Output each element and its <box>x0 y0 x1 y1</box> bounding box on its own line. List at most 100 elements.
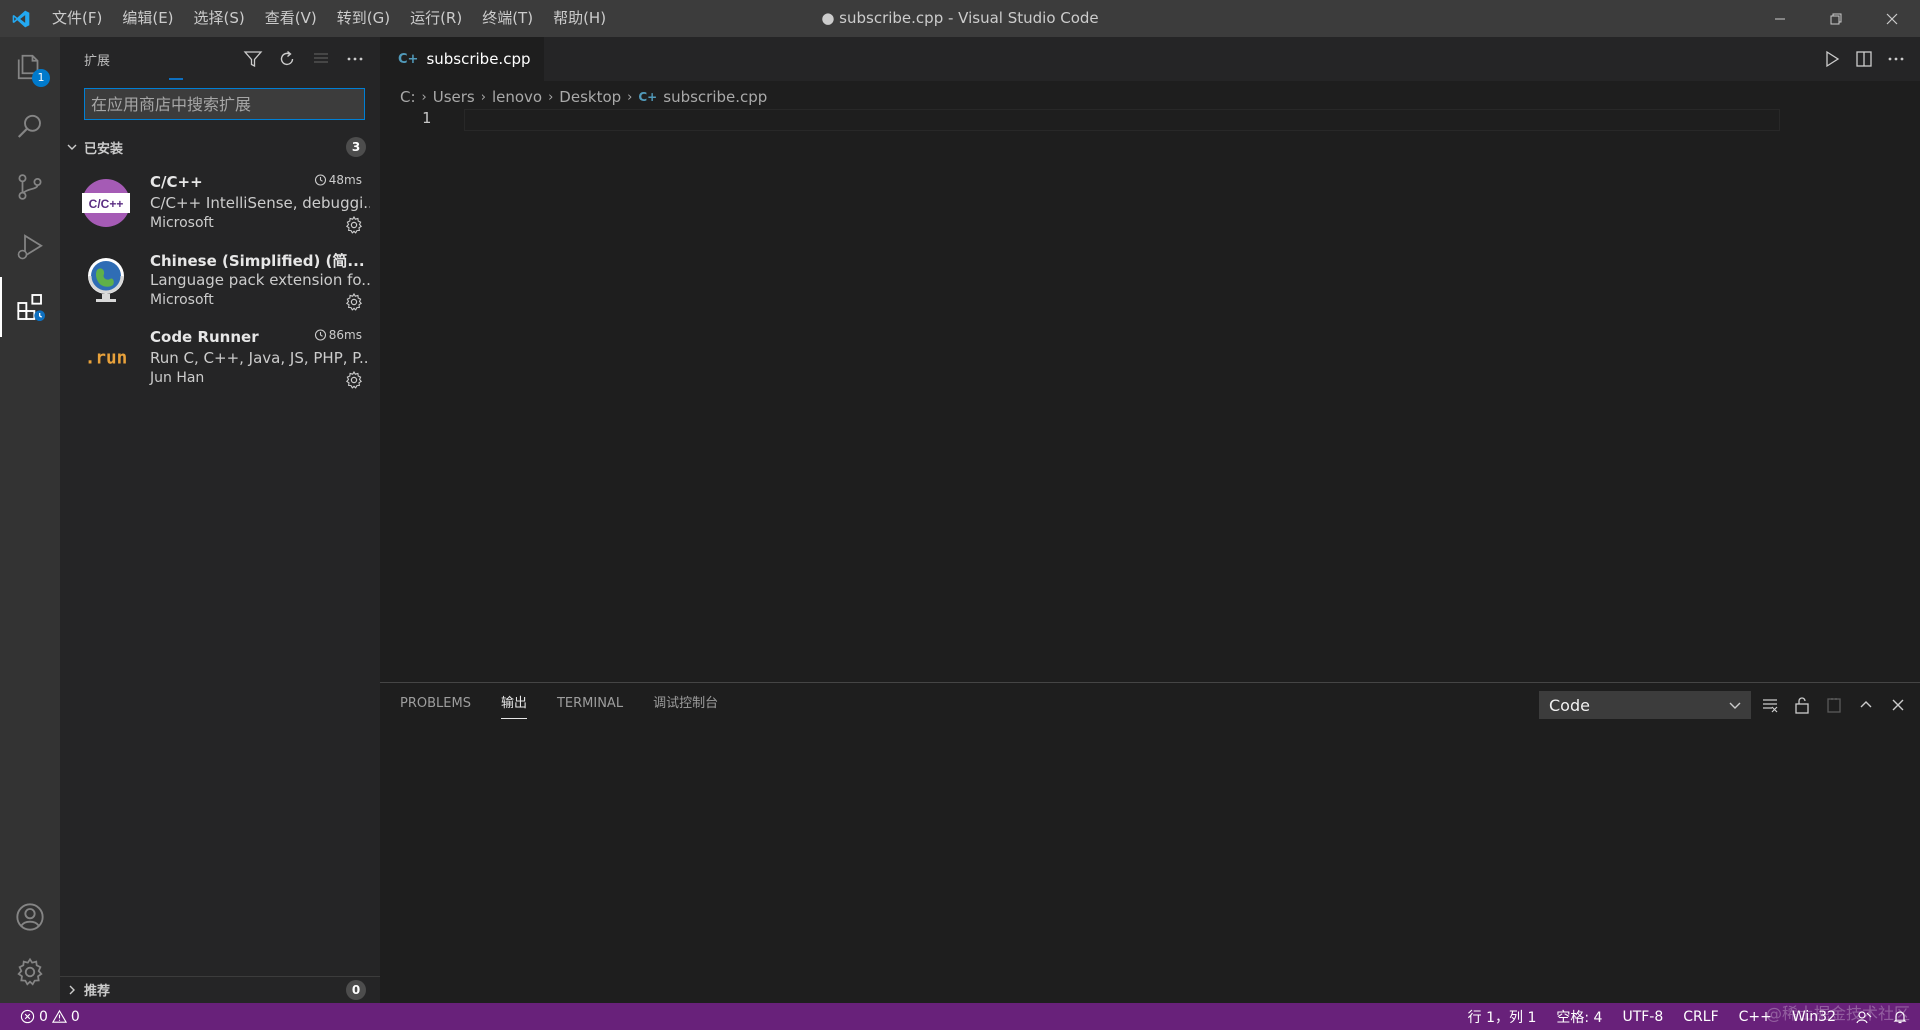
menu-edit[interactable]: 编辑(E) <box>112 0 183 37</box>
minimize-button[interactable] <box>1752 0 1808 37</box>
extension-item-chinese-language-pack[interactable]: Chinese (Simplified) (简... Language pack… <box>60 244 380 322</box>
extensions-sidebar: 扩展 已安装 3 C/C++ C/C++ <box>60 37 380 1003</box>
status-bar: 0 0 行 1，列 1 空格: 4 UTF-8 CRLF C++ Win32 <box>0 1003 1920 1030</box>
bell-icon[interactable] <box>1892 1009 1908 1025</box>
menu-terminal[interactable]: 终端(T) <box>472 0 543 37</box>
chevron-down-icon <box>1729 702 1741 709</box>
editor-actions <box>1822 37 1906 81</box>
cpp-file-icon: C+ <box>638 90 658 104</box>
chevron-right-icon: › <box>627 89 633 105</box>
cursor-position[interactable]: 行 1，列 1 <box>1468 1007 1537 1027</box>
feedback-icon[interactable] <box>1856 1009 1872 1025</box>
chevron-right-icon: › <box>421 89 427 105</box>
menu-go[interactable]: 转到(G) <box>327 0 400 37</box>
tab-problems[interactable]: PROBLEMS <box>400 683 471 725</box>
platform[interactable]: Win32 <box>1792 1009 1836 1025</box>
chevron-right-icon: › <box>480 89 486 105</box>
activity-search[interactable] <box>0 97 60 157</box>
activity-accounts[interactable] <box>0 887 60 947</box>
tab-output[interactable]: 输出 <box>500 683 527 725</box>
manage-gear-icon[interactable] <box>344 292 364 312</box>
language-mode[interactable]: C++ <box>1739 1009 1772 1025</box>
chevron-right-icon: › <box>548 89 554 105</box>
source-control-icon <box>18 174 42 200</box>
filter-button[interactable] <box>242 48 264 70</box>
restore-icon <box>1830 13 1842 24</box>
installed-section-header[interactable]: 已安装 3 <box>60 135 380 159</box>
activity-explorer[interactable]: 1 <box>0 37 60 97</box>
close-window-button[interactable] <box>1864 0 1920 37</box>
code-line[interactable]: 1 <box>380 109 1780 131</box>
menu-help[interactable]: 帮助(H) <box>543 0 616 37</box>
breadcrumb-item[interactable]: Users <box>433 88 475 106</box>
refresh-button[interactable] <box>276 48 298 70</box>
lock-icon[interactable] <box>1792 695 1812 715</box>
close-icon <box>1886 13 1898 24</box>
breadcrumb-item[interactable]: Desktop <box>559 88 621 106</box>
recommended-section-header[interactable]: 推荐 0 <box>60 976 380 1002</box>
vscode-logo-icon <box>0 0 42 37</box>
activation-time-value: 86ms <box>328 328 362 342</box>
sidebar-actions <box>242 37 366 81</box>
breadcrumb-item[interactable]: lenovo <box>492 88 542 106</box>
tab-debug-console[interactable]: 调试控制台 <box>653 683 718 725</box>
clear-results-button[interactable] <box>310 48 332 70</box>
recommended-label: 推荐 <box>84 984 111 999</box>
activity-extensions[interactable] <box>0 277 60 337</box>
output-channel-select[interactable]: Code <box>1539 691 1751 719</box>
extension-publisher: Jun Han <box>150 370 205 386</box>
extension-item-code-runner[interactable]: .run Code Runner 86ms Run C, C++, Java, … <box>60 322 380 400</box>
more-actions-button[interactable] <box>344 48 366 70</box>
problems-status[interactable]: 0 0 <box>20 1003 80 1030</box>
extension-publisher: Microsoft <box>150 292 214 308</box>
ellipsis-icon[interactable] <box>1886 49 1906 69</box>
activation-time: 86ms <box>313 328 362 342</box>
breadcrumb: C: › Users › lenovo › Desktop › C+ subsc… <box>380 85 1920 109</box>
extension-search-input[interactable] <box>84 88 365 120</box>
activity-manage[interactable] <box>0 942 60 1002</box>
breadcrumb-item[interactable]: subscribe.cpp <box>663 88 767 106</box>
breadcrumb-item[interactable]: C: <box>400 88 416 106</box>
extension-name: Chinese (Simplified) (简... <box>150 252 365 270</box>
restore-button[interactable] <box>1808 0 1864 37</box>
explorer-badge: 1 <box>32 69 50 87</box>
menu-selection[interactable]: 选择(S) <box>184 0 255 37</box>
installed-label: 已安装 <box>84 141 124 157</box>
line-number: 1 <box>422 109 432 127</box>
gear-icon <box>17 957 43 986</box>
history-icon <box>314 174 326 186</box>
extension-description: Run C, C++, Java, JS, PHP, P... <box>150 349 370 367</box>
encoding[interactable]: UTF-8 <box>1622 1009 1663 1025</box>
activity-run-debug[interactable] <box>0 217 60 277</box>
activity-source-control[interactable] <box>0 157 60 217</box>
svg-text:.run: .run <box>85 349 127 369</box>
menu-run[interactable]: 运行(R) <box>400 0 472 37</box>
clear-output-icon[interactable] <box>1760 695 1780 715</box>
end-of-line[interactable]: CRLF <box>1683 1009 1718 1025</box>
chevron-right-icon <box>60 983 84 997</box>
panel-tabs: PROBLEMS 输出 TERMINAL 调试控制台 <box>400 683 718 725</box>
tab-terminal[interactable]: TERMINAL <box>557 683 623 725</box>
manage-gear-icon[interactable] <box>344 370 364 390</box>
manage-gear-icon[interactable] <box>344 215 364 235</box>
search-icon <box>17 114 41 138</box>
extension-description: C/C++ IntelliSense, debuggi... <box>150 194 370 212</box>
extension-item-cpp[interactable]: C/C++ C/C++ 48ms C/C++ IntelliSense, deb… <box>60 167 380 245</box>
run-file-icon[interactable] <box>1822 49 1842 69</box>
tab-subscribe-cpp[interactable]: C+ subscribe.cpp <box>380 37 544 81</box>
clear-all-icon <box>314 53 328 63</box>
globe-icon <box>80 254 132 306</box>
window-controls <box>1752 0 1920 37</box>
close-icon[interactable] <box>1888 695 1908 715</box>
warning-count: 0 <box>70 1008 80 1025</box>
extensions-icon <box>17 294 45 321</box>
extension-name: C/C++ <box>150 173 203 191</box>
menu-view[interactable]: 查看(V) <box>255 0 327 37</box>
menu-file[interactable]: 文件(F) <box>42 0 112 37</box>
open-log-icon[interactable] <box>1824 695 1844 715</box>
activation-time: 48ms <box>313 173 362 187</box>
split-editor-icon[interactable] <box>1854 49 1874 69</box>
progress-indicator <box>169 78 183 80</box>
chevron-up-icon[interactable] <box>1856 695 1876 715</box>
indentation[interactable]: 空格: 4 <box>1556 1007 1602 1027</box>
